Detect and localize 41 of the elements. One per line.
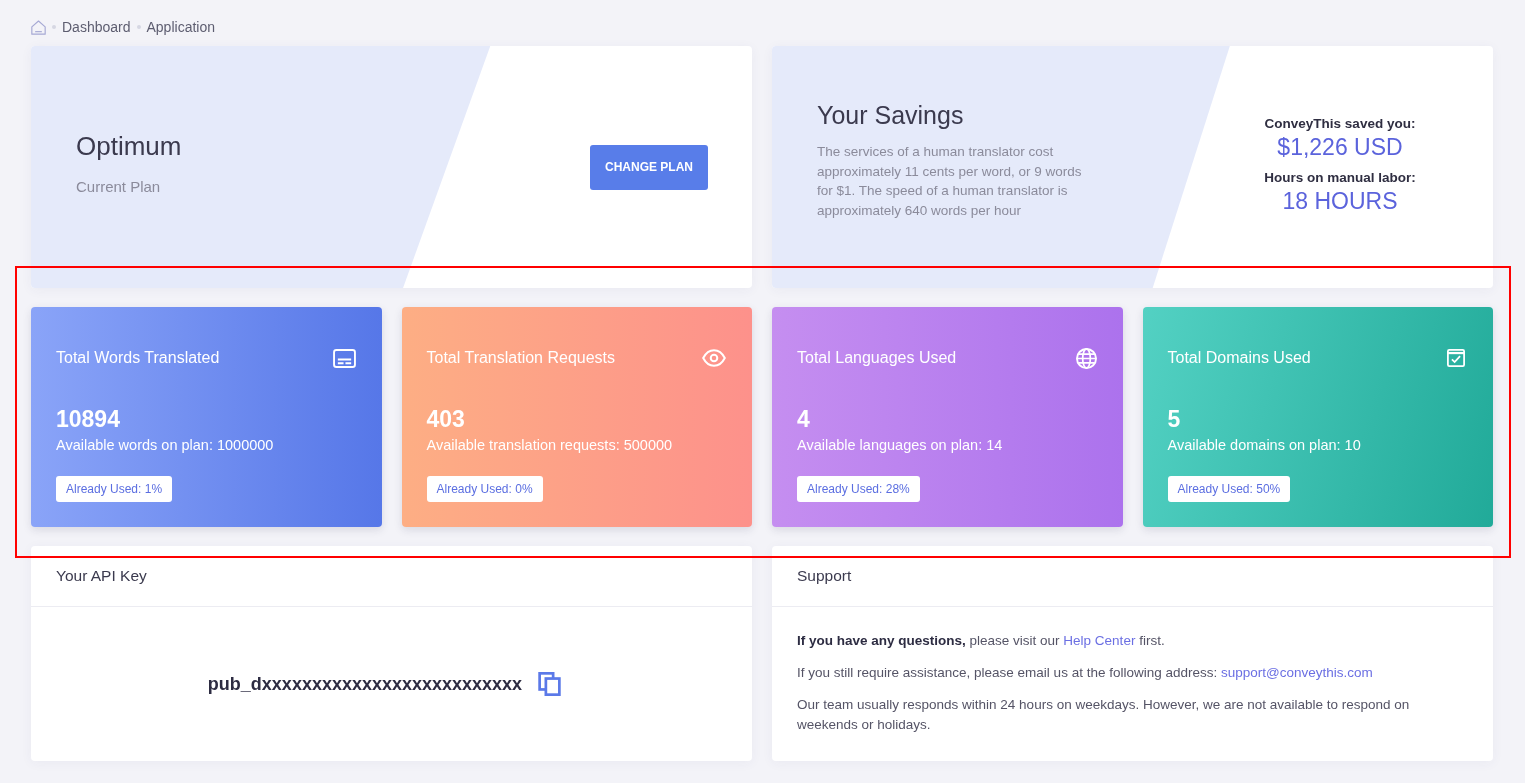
stat-available: Available domains on plan: 10 xyxy=(1167,436,1362,455)
stat-value: 4 xyxy=(797,406,811,432)
plan-caption: Current Plan xyxy=(76,177,162,197)
globe-icon xyxy=(1075,347,1097,369)
support-paragraph: If you have any questions, please visit our Help Center first. xyxy=(797,632,1166,650)
panel-title: Your API Key xyxy=(56,567,147,585)
usage-badge: Already Used: 28% xyxy=(797,476,920,502)
support-paragraph: If you still require assistance, please email us at the following address: support@conveythis.com xyxy=(797,664,1374,682)
usage-badge: Already Used: 50% xyxy=(1167,476,1291,502)
stat-title: Total Domains Used xyxy=(1167,348,1311,368)
usage-badge: Already Used: 0% xyxy=(426,476,543,502)
plan-name: Optimum xyxy=(76,131,183,161)
savings-label: ConveyThis saved you: xyxy=(1263,115,1417,133)
savings-value: $1,226 USD xyxy=(1276,133,1404,161)
stat-value: 10894 xyxy=(56,406,121,432)
api-key-text: pub_dxxxxxxxxxxxxxxxxxxxxxxxxxx xyxy=(207,673,523,695)
stat-available: Available languages on plan: 14 xyxy=(797,436,1004,455)
checked-box-icon xyxy=(1447,349,1465,367)
savings-description: The services of a human translator cost approximately 11 cents per word, or 9 words for $1. The speed of a human translator is approximately 640 words per hour xyxy=(817,143,1083,220)
savings-value: 18 HOURS xyxy=(1281,187,1399,215)
support-link[interactable]: Help Center xyxy=(1063,633,1136,648)
change-plan-button[interactable]: CHANGE PLAN xyxy=(590,144,708,190)
home-icon[interactable] xyxy=(31,19,46,35)
stat-value: 403 xyxy=(426,406,466,432)
text-lines-icon xyxy=(332,348,356,368)
breadcrumb-link[interactable]: Dashboard xyxy=(62,19,131,35)
stat-available: Available translation requests: 500000 xyxy=(426,436,674,455)
support-link[interactable]: support@conveythis.com xyxy=(1220,665,1373,680)
stat-title: Total Words Translated xyxy=(56,348,220,368)
stat-title: Total Translation Requests xyxy=(426,348,616,368)
savings-label: Hours on manual labor: xyxy=(1263,169,1417,187)
breadcrumb-link[interactable]: Application xyxy=(146,19,215,35)
panel-title: Support xyxy=(797,567,852,585)
savings-title: Your Savings xyxy=(817,100,965,130)
eye-icon xyxy=(702,349,726,367)
copy-icon[interactable] xyxy=(538,672,562,696)
support-paragraph: Our team usually responds within 24 hours on weekdays. However, we are not available to respond on weekends or holidays. xyxy=(797,696,1411,734)
stat-value: 5 xyxy=(1167,406,1182,432)
stat-available: Available words on plan: 1000000 xyxy=(56,436,275,455)
stat-title: Total Languages Used xyxy=(797,348,957,368)
usage-badge: Already Used: 1% xyxy=(56,476,173,502)
